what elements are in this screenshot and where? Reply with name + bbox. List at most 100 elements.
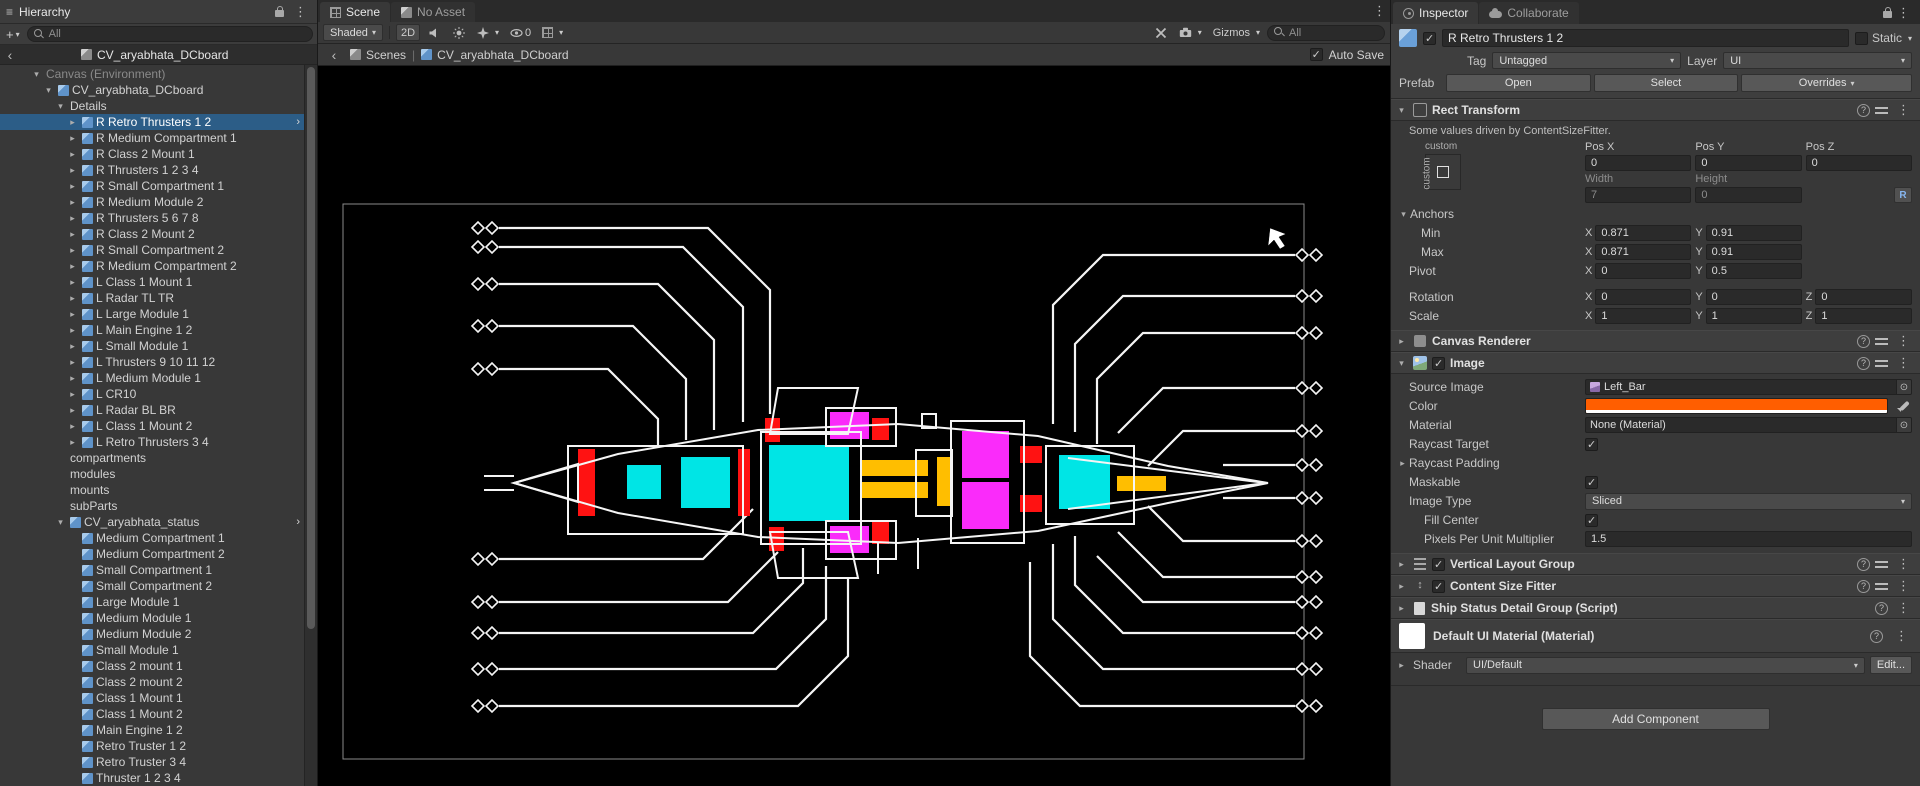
hierarchy-item-l-retro-thrusters-3-4[interactable]: ▸ L Retro Thrusters 3 4: [0, 434, 317, 450]
foldout-arrow[interactable]: ▸: [66, 117, 79, 128]
color-field[interactable]: [1585, 398, 1888, 414]
scene-menu-icon[interactable]: ⋮: [1369, 3, 1390, 19]
component-menu-icon[interactable]: ⋮: [1893, 600, 1914, 616]
pos-z-field[interactable]: 0: [1805, 155, 1912, 171]
pivot-y-field[interactable]: 0.5: [1705, 263, 1802, 279]
hierarchy-item-r-medium-compartment-2[interactable]: ▸ R Medium Compartment 2: [0, 258, 317, 274]
hierarchy-item-r-class-2-mount-1[interactable]: ▸ R Class 2 Mount 1: [0, 146, 317, 162]
foldout-arrow[interactable]: ▸: [1395, 559, 1408, 570]
hierarchy-item-canvas-environment-[interactable]: ▾ Canvas (Environment): [0, 66, 317, 82]
rotation-y-field[interactable]: 0: [1705, 289, 1802, 305]
active-checkbox[interactable]: [1423, 31, 1436, 45]
image-header[interactable]: ▾ Image ? ⋮: [1391, 352, 1920, 374]
hierarchy-item-r-thrusters-5-6-7-8[interactable]: ▸ R Thrusters 5 6 7 8: [0, 210, 317, 226]
foldout-arrow[interactable]: ▸: [66, 277, 79, 288]
foldout-arrow[interactable]: ▸: [66, 341, 79, 352]
foldout-arrow[interactable]: ▸: [1395, 581, 1408, 592]
foldout-arrow[interactable]: ▸: [1395, 336, 1408, 347]
audio-toggle[interactable]: [423, 24, 445, 41]
component-menu-icon[interactable]: ⋮: [1893, 102, 1914, 118]
foldout-arrow[interactable]: ▾: [54, 517, 67, 528]
foldout-arrow[interactable]: ▸: [66, 213, 79, 224]
foldout-arrow[interactable]: ▸: [66, 325, 79, 336]
tab-collaborate[interactable]: Collaborate: [1479, 2, 1579, 24]
component-enabled-checkbox[interactable]: [1432, 557, 1445, 571]
2d-toggle[interactable]: 2D: [395, 24, 421, 41]
gameobject-name-field[interactable]: R Retro Thrusters 1 2: [1442, 29, 1849, 47]
hierarchy-item-thruster-1-2-3-4[interactable]: Thruster 1 2 3 4: [0, 770, 317, 786]
foldout-arrow[interactable]: ▸: [66, 357, 79, 368]
scale-x-field[interactable]: 1: [1595, 308, 1692, 324]
fill-center-checkbox[interactable]: [1585, 513, 1598, 527]
hierarchy-item-l-thrusters-9-10-11-12[interactable]: ▸ L Thrusters 9 10 11 12: [0, 354, 317, 370]
hierarchy-item-r-class-2-mount-2[interactable]: ▸ R Class 2 Mount 2: [0, 226, 317, 242]
tab-scene[interactable]: Scene: [320, 2, 391, 22]
hierarchy-item-l-radar-bl-br[interactable]: ▸ L Radar BL BR: [0, 402, 317, 418]
hierarchy-item-cv-aryabhata-status[interactable]: ▾ CV_aryabhata_status ›: [0, 514, 317, 530]
foldout-arrow[interactable]: ▾: [30, 69, 43, 80]
canvas-renderer-header[interactable]: ▸ Canvas Renderer ? ⋮: [1391, 330, 1920, 352]
grid-dropdown[interactable]: ▾: [538, 24, 567, 41]
hierarchy-item-large-module-1[interactable]: Large Module 1: [0, 594, 317, 610]
hierarchy-item-l-main-engine-1-2[interactable]: ▸ L Main Engine 1 2: [0, 322, 317, 338]
pos-x-field[interactable]: 0: [1585, 155, 1692, 171]
foldout-arrow[interactable]: ▸: [1395, 660, 1408, 671]
maskable-checkbox[interactable]: [1585, 475, 1598, 489]
hierarchy-item-medium-module-2[interactable]: Medium Module 2: [0, 626, 317, 642]
add-component-button[interactable]: Add Component: [1541, 708, 1770, 730]
rotation-z-field[interactable]: 0: [1815, 289, 1912, 305]
auto-save-checkbox[interactable]: [1309, 48, 1323, 61]
material-field[interactable]: None (Material) ⊙: [1585, 417, 1912, 433]
hierarchy-item-medium-compartment-1[interactable]: Medium Compartment 1: [0, 530, 317, 546]
tag-dropdown[interactable]: Untagged ▾: [1492, 52, 1682, 69]
effects-dropdown[interactable]: ▾: [473, 24, 503, 41]
vertical-layout-group-header[interactable]: ▸ Vertical Layout Group ? ⋮: [1391, 553, 1920, 575]
height-field[interactable]: 0: [1695, 187, 1802, 203]
lock-icon[interactable]: [275, 5, 284, 17]
scene-visibility-toggle[interactable]: 0: [506, 24, 535, 41]
static-dropdown-icon[interactable]: ▾: [1908, 34, 1912, 43]
rect-transform-header[interactable]: ▾ Rect Transform ? ⋮: [1391, 99, 1920, 121]
raycast-target-checkbox[interactable]: [1585, 437, 1598, 451]
create-object-button[interactable]: + ▾: [4, 27, 22, 42]
anchor-presets-button[interactable]: custom: [1422, 154, 1461, 190]
breadcrumb-scenes[interactable]: Scenes: [350, 48, 406, 62]
component-menu-icon[interactable]: ⋮: [1893, 578, 1914, 594]
hierarchy-item-retro-truster-1-2[interactable]: Retro Truster 1 2: [0, 738, 317, 754]
width-field[interactable]: 7: [1585, 187, 1692, 203]
enter-prefab-arrow-icon[interactable]: ›: [296, 116, 300, 128]
hierarchy-item-class-2-mount-1[interactable]: Class 2 mount 1: [0, 658, 317, 674]
help-icon[interactable]: ?: [1857, 356, 1870, 370]
hierarchy-item-class-2-mount-2[interactable]: Class 2 mount 2: [0, 674, 317, 690]
image-type-dropdown[interactable]: Sliced ▾: [1585, 492, 1912, 510]
foldout-arrow[interactable]: ▸: [66, 261, 79, 272]
pixels-per-unit-field[interactable]: 1.5: [1585, 531, 1912, 547]
hierarchy-item-r-medium-compartment-1[interactable]: ▸ R Medium Compartment 1: [0, 130, 317, 146]
layer-dropdown[interactable]: UI ▾: [1723, 52, 1913, 69]
scale-z-field[interactable]: 1: [1815, 308, 1912, 324]
foldout-arrow[interactable]: ▸: [66, 229, 79, 240]
scale-y-field[interactable]: 1: [1705, 308, 1802, 324]
hierarchy-item-l-radar-tl-tr[interactable]: ▸ L Radar TL TR: [0, 290, 317, 306]
anchor-min-y-field[interactable]: 0.91: [1705, 225, 1802, 241]
anchor-max-y-field[interactable]: 0.91: [1705, 244, 1802, 260]
hierarchy-scrollbar[interactable]: [304, 65, 317, 786]
hierarchy-item-medium-compartment-2[interactable]: Medium Compartment 2: [0, 546, 317, 562]
presets-icon[interactable]: [1875, 105, 1888, 116]
foldout-arrow[interactable]: ▸: [66, 405, 79, 416]
hierarchy-item-small-compartment-2[interactable]: Small Compartment 2: [0, 578, 317, 594]
scene-canvas[interactable]: [318, 66, 1390, 786]
hierarchy-item-l-cr10[interactable]: ▸ L CR10: [0, 386, 317, 402]
hierarchy-item-mounts[interactable]: mounts: [0, 482, 317, 498]
foldout-arrow[interactable]: ▸: [66, 181, 79, 192]
component-menu-icon[interactable]: ⋮: [1893, 333, 1914, 349]
hierarchy-item-cv-aryabhata-dcboard[interactable]: ▾ CV_aryabhata_DCboard: [0, 82, 317, 98]
foldout-arrow[interactable]: ▸: [66, 309, 79, 320]
pivot-x-field[interactable]: 0: [1595, 263, 1692, 279]
component-enabled-checkbox[interactable]: [1432, 579, 1445, 593]
shading-mode-dropdown[interactable]: Shaded ▾: [323, 24, 383, 41]
hierarchy-item-details[interactable]: ▾ Details: [0, 98, 317, 114]
hierarchy-item-compartments[interactable]: compartments: [0, 450, 317, 466]
foldout-arrow[interactable]: ▾: [54, 101, 67, 112]
foldout-arrow[interactable]: ▸: [66, 373, 79, 384]
